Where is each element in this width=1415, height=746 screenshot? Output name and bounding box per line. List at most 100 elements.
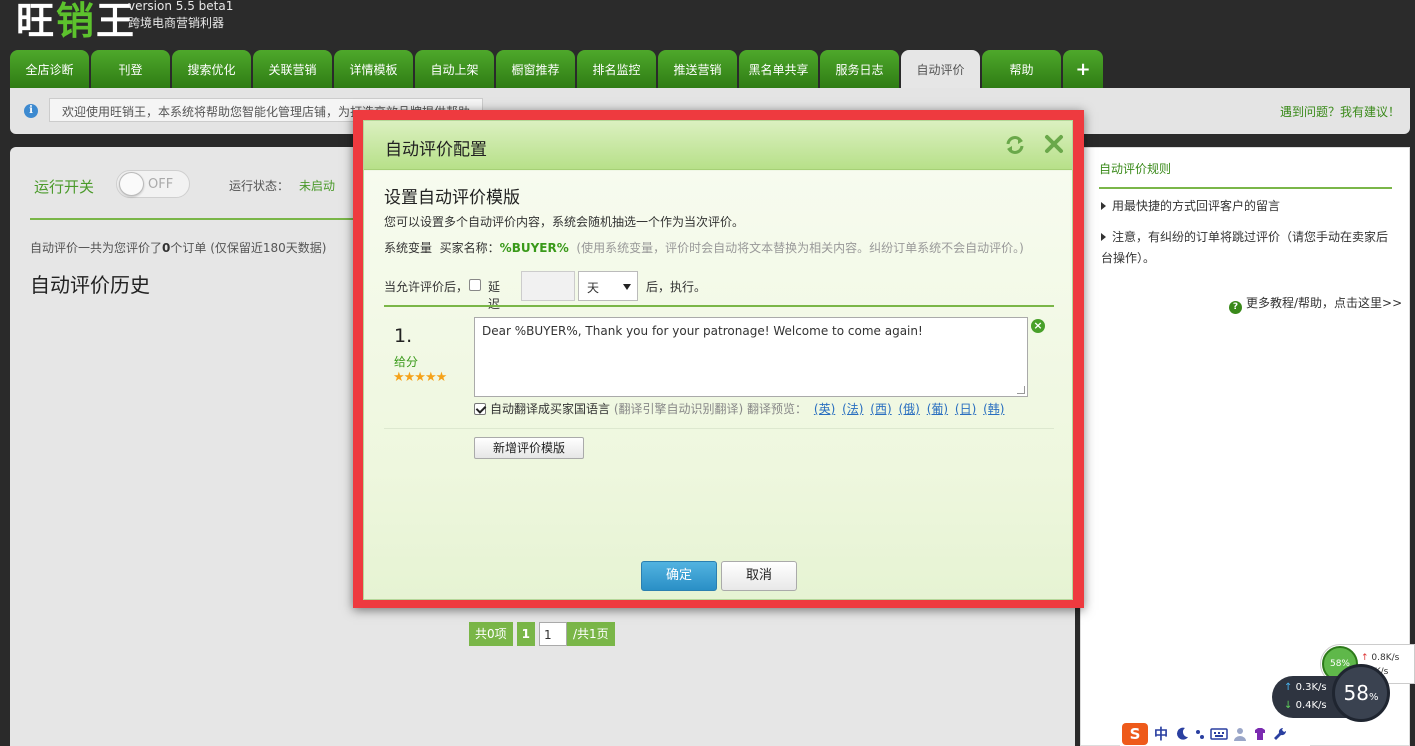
close-icon[interactable] — [1043, 133, 1065, 155]
sogou-logo-icon[interactable]: S — [1122, 723, 1148, 745]
preview-label: 翻译预览： — [747, 402, 808, 416]
download-speed: ↓ 0.4K/s — [1284, 700, 1327, 711]
delay-unit-value: 天 — [587, 281, 600, 295]
upload-speed-value: 0.3K/s — [1295, 682, 1327, 693]
var-hint: (使用系统变量，评价时会自动将文本替换为相关内容。纠纷订单系统不会自动评价。) — [576, 241, 1024, 255]
translate-label: 自动翻译成买家国语言 — [490, 402, 611, 416]
pager-input[interactable]: 1 — [539, 622, 567, 646]
auto-review-config-dialog: 自动评价配置 设置自动评价模版 您可以设置多个自动评价内容，系统会随机抽选一个作… — [363, 120, 1073, 600]
auto-translate-checkbox[interactable] — [474, 403, 486, 415]
confirm-button[interactable]: 确定 — [641, 561, 717, 591]
preview-lang-pt[interactable]: (葡) — [927, 402, 948, 416]
var-buyer-label: 买家名称： — [439, 241, 500, 255]
template-number: 1. — [394, 325, 413, 347]
moon-icon[interactable] — [1174, 726, 1190, 742]
pager-count: 共0项 — [469, 622, 513, 646]
cpu-percent: 58 — [1343, 681, 1369, 705]
punctuation-icon[interactable] — [1194, 726, 1206, 742]
var-buyer-token: %BUYER% — [499, 241, 569, 255]
wrench-icon[interactable] — [1272, 726, 1288, 742]
translate-row: 自动翻译成买家国语言 (翻译引擎自动识别翻译) 翻译预览： (英) (法) (西… — [474, 400, 1004, 417]
tab-showcase[interactable]: 橱窗推荐 — [496, 50, 575, 88]
preview-lang-ru[interactable]: (俄) — [899, 402, 920, 416]
rule-text: 注意，有纠纷的订单将跳过评价（请您手动在卖家后台操作）。 — [1101, 230, 1389, 265]
tab-listing[interactable]: 刊登 — [91, 50, 170, 88]
cancel-button[interactable]: 取消 — [721, 561, 797, 591]
history-title: 自动评价历史 — [30, 273, 150, 297]
divider — [384, 305, 1054, 307]
feedback-link[interactable]: 遇到问题？我有建议！ — [1280, 103, 1400, 120]
toggle-text: OFF — [148, 177, 174, 192]
rule-text: 用最快捷的方式回评客户的留言 — [1112, 199, 1281, 213]
refresh-icon[interactable] — [1004, 134, 1026, 156]
app-logo: 旺销王 — [16, 0, 137, 43]
arrow-down-icon: ↓ — [1284, 700, 1293, 711]
remove-template-icon[interactable]: × — [1031, 319, 1045, 333]
section-description: 您可以设置多个自动评价内容，系统会随机抽选一个作为当次评价。 — [384, 215, 745, 229]
cpu-unit: % — [1368, 692, 1379, 703]
ime-language-toggle[interactable]: 中 — [1154, 724, 1168, 744]
dialog-body: 设置自动评价模版 您可以设置多个自动评价内容，系统会随机抽选一个作为当次评价。 … — [364, 171, 1072, 599]
tab-push-marketing[interactable]: 推送营销 — [658, 50, 737, 88]
preview-lang-fr[interactable]: (法) — [842, 402, 863, 416]
question-icon: ? — [1229, 301, 1242, 314]
add-tab-button[interactable]: + — [1063, 50, 1103, 88]
tab-seo[interactable]: 搜索优化 — [172, 50, 251, 88]
add-template-button[interactable]: 新增评价模版 — [474, 437, 584, 459]
bullet-icon — [1101, 202, 1106, 210]
delay-prefix: 当允许评价后， — [384, 280, 469, 294]
app-tagline: 跨境电商营销利器 — [128, 16, 225, 30]
delay-days-input[interactable] — [521, 271, 575, 301]
delay-checkbox[interactable] — [469, 279, 481, 291]
tab-related-marketing[interactable]: 关联营销 — [253, 50, 332, 88]
delay-unit-select[interactable]: 天 — [578, 271, 638, 301]
network-monitor-widget[interactable]: ↑ 0.8K/s 3K/s 58% ↑ 0.3K/s ↓ 0.4K/s 58% — [1272, 644, 1415, 724]
divider — [384, 428, 1054, 429]
tab-help[interactable]: 帮助 — [982, 50, 1061, 88]
toggle-knob — [119, 172, 144, 196]
summary-suffix: 个订单 (仅保留近180天数据) — [170, 241, 327, 255]
divider — [30, 218, 390, 220]
tab-auto-listing[interactable]: 自动上架 — [415, 50, 494, 88]
app-header: 旺销王 version 5.5 beta1 跨境电商营销利器 — [0, 0, 1415, 50]
ime-toolbar: S 中 — [1120, 722, 1310, 746]
more-help-text[interactable]: 更多教程/帮助，点击这里>> — [1246, 296, 1402, 310]
user-icon[interactable] — [1232, 726, 1248, 742]
status-label: 运行状态： — [229, 179, 290, 193]
more-help-link[interactable]: ? 更多教程/帮助，点击这里>> — [1229, 294, 1402, 314]
review-text: Dear %BUYER%, Thank you for your patrona… — [482, 324, 923, 338]
arrow-up-icon: ↑ — [1284, 682, 1293, 693]
review-summary: 自动评价一共为您评价了0个订单 (仅保留近180天数据) — [30, 239, 326, 256]
delay-suffix: 后，执行。 — [646, 280, 707, 294]
pagination: 共0项 1 1 /共1页 — [469, 622, 615, 646]
cpu-gauge: 58% — [1332, 664, 1390, 722]
tab-rank-monitor[interactable]: 排名监控 — [577, 50, 656, 88]
tab-diagnosis[interactable]: 全店诊断 — [10, 50, 89, 88]
preview-lang-es[interactable]: (西) — [870, 402, 891, 416]
bullet-icon — [1101, 233, 1106, 241]
preview-lang-en[interactable]: (英) — [814, 402, 835, 416]
preview-lang-ja[interactable]: (日) — [955, 402, 976, 416]
upload-small: ↑ 0.8K/s — [1361, 653, 1399, 663]
tab-blacklist[interactable]: 黑名单共享 — [739, 50, 818, 88]
preview-lang-ko[interactable]: (韩) — [983, 402, 1004, 416]
section-title: 设置自动评价模版 — [384, 188, 520, 208]
score-label: 给分 — [394, 355, 419, 369]
download-speed-value: 0.4K/s — [1295, 700, 1327, 711]
review-text-area[interactable]: Dear %BUYER%, Thank you for your patrona… — [474, 317, 1028, 397]
run-toggle[interactable]: OFF — [116, 170, 190, 198]
tab-detail-template[interactable]: 详情模板 — [334, 50, 413, 88]
resize-grip-icon[interactable] — [1017, 386, 1025, 394]
dialog-header: 自动评价配置 — [364, 121, 1072, 170]
upload-small-value: 0.8K/s — [1371, 653, 1400, 663]
pager-page-1[interactable]: 1 — [516, 622, 535, 646]
tab-auto-review[interactable]: 自动评价 — [901, 50, 980, 88]
divider — [1099, 187, 1392, 189]
star-rating[interactable]: ★★★★★ — [393, 370, 447, 385]
tab-service-log[interactable]: 服务日志 — [820, 50, 899, 88]
skin-icon[interactable] — [1252, 726, 1268, 742]
rules-title: 自动评价规则 — [1099, 162, 1172, 176]
keyboard-icon[interactable] — [1210, 726, 1228, 742]
summary-prefix: 自动评价一共为您评价了 — [30, 241, 163, 255]
upload-speed: ↑ 0.3K/s — [1284, 682, 1327, 693]
